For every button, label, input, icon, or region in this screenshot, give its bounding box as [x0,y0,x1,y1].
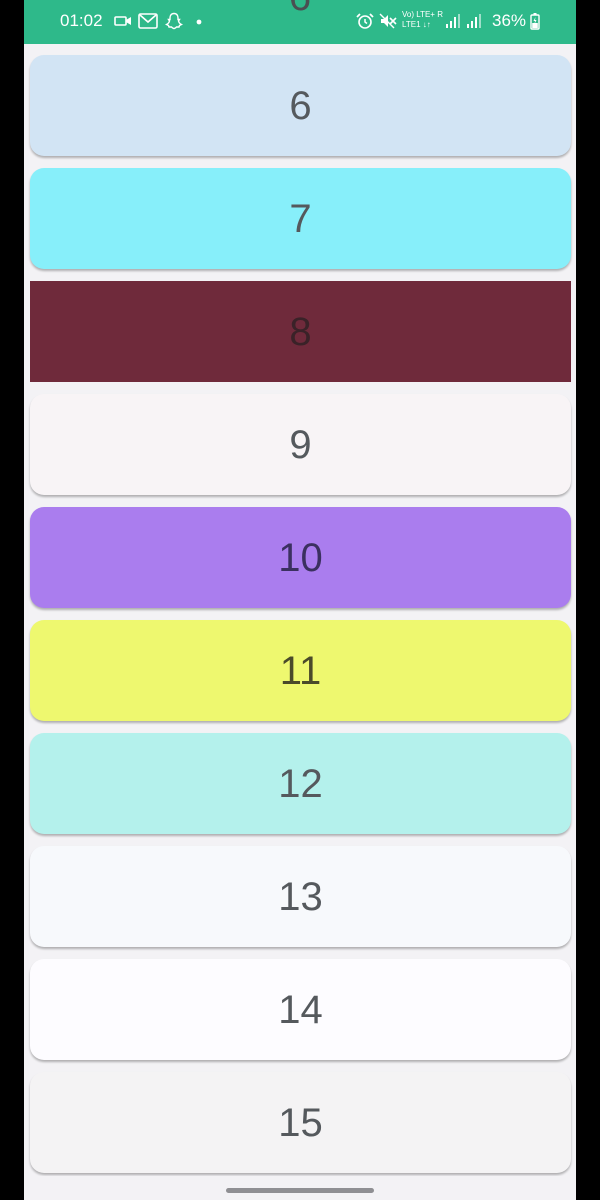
status-bar: 01:02 Vo) LTE+ R LTE1 ↓↑ 36% [24,0,576,44]
list-item-card[interactable]: 9 [30,394,571,495]
card-number: 13 [278,874,323,919]
card-number: 7 [289,196,312,241]
list-item-card[interactable]: 13 [30,846,571,947]
card-list[interactable]: 6 7 8 9 10 11 12 13 14 15 [30,55,571,1185]
gesture-navigation-bar [24,1176,576,1200]
card-number: 12 [278,761,323,806]
list-item-card[interactable]: 15 [30,1072,571,1173]
list-item-card[interactable]: 12 [30,733,571,834]
list-item-card[interactable]: 11 [30,620,571,721]
card-number: 8 [289,309,312,354]
list-item-card[interactable]: 10 [30,507,571,608]
home-gesture-handle[interactable] [226,1188,374,1193]
peek-list-item-number: 6 [24,0,576,20]
card-number: 6 [289,83,312,128]
card-number: 14 [278,987,323,1032]
card-number: 11 [279,648,322,693]
list-item-card[interactable]: 14 [30,959,571,1060]
list-item-card[interactable]: 8 [30,281,571,382]
network-line-2: LTE1 ↓↑ [402,20,431,29]
list-item-card[interactable]: 7 [30,168,571,269]
card-number: 9 [289,422,312,467]
card-number: 15 [278,1100,323,1145]
card-number: 10 [278,535,323,580]
phone-screen: 01:02 Vo) LTE+ R LTE1 ↓↑ 36% 6 7 8 9 10 … [24,0,576,1200]
list-item-card[interactable]: 6 [30,55,571,156]
